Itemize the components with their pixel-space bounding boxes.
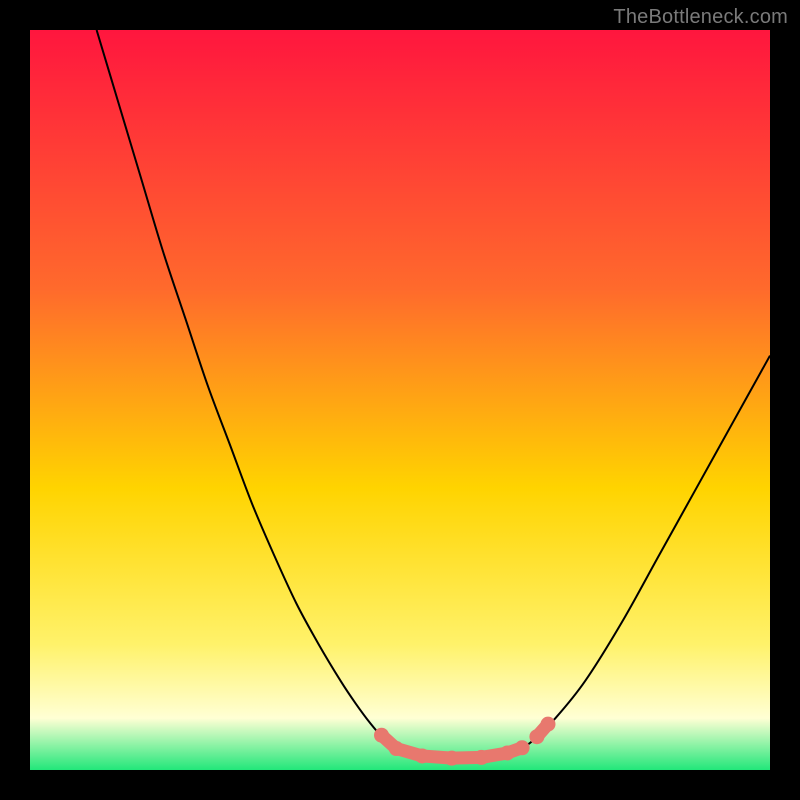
data-marker <box>389 741 404 756</box>
watermark-label: TheBottleneck.com <box>613 6 788 29</box>
plot-area <box>30 30 770 770</box>
data-marker <box>541 717 556 732</box>
data-marker <box>515 740 530 755</box>
data-marker <box>374 728 389 743</box>
chart-svg <box>30 30 770 770</box>
gradient-background <box>30 30 770 770</box>
data-marker <box>500 745 515 760</box>
data-marker <box>415 748 430 763</box>
data-marker <box>474 750 489 765</box>
data-marker <box>529 729 544 744</box>
data-marker <box>444 751 459 766</box>
chart-frame: TheBottleneck.com <box>0 0 800 800</box>
